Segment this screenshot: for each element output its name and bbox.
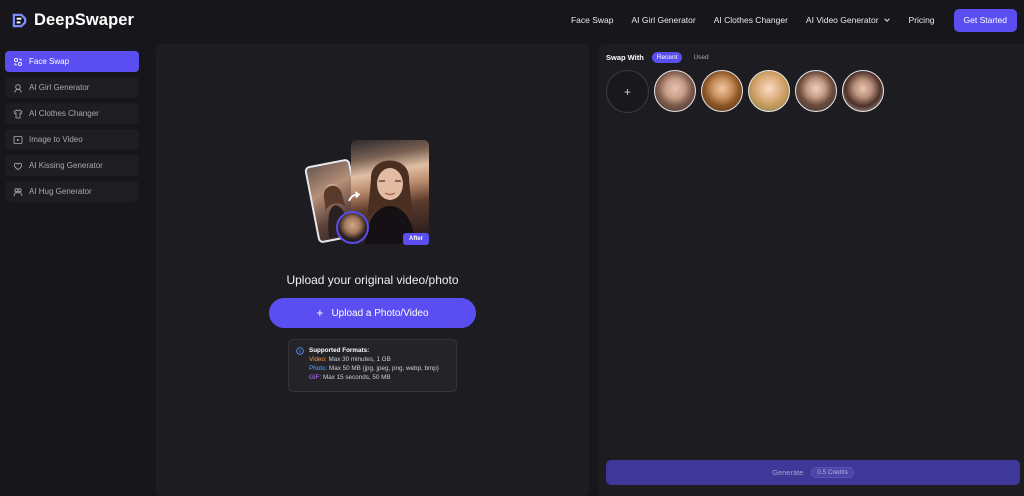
format-video: Video: Max 30 minutes, 1 GB [309,355,449,364]
face-swap-icon [13,57,23,66]
swap-with-label: Swap With [606,53,644,62]
sidebar-item-ai-hug-generator[interactable]: AI Hug Generator [5,181,139,202]
generate-button[interactable]: Generate 0.5 Credits [606,460,1020,485]
ds-logo-icon [12,13,27,27]
shirt-icon [13,108,23,118]
sidebar-item-face-swap[interactable]: Face Swap [5,51,139,72]
nav-pricing[interactable]: Pricing [909,15,935,25]
face-thumbnail[interactable] [842,70,884,112]
swap-arrow-icon [348,191,361,202]
top-header: DeepSwaper Face Swap AI Girl Generator A… [0,0,1024,40]
upload-photo-video-button[interactable]: + Upload a Photo/Video [269,298,476,328]
sidebar-item-label: Face Swap [29,57,70,66]
plus-icon: + [316,306,324,320]
after-badge: After [403,233,430,245]
nav-face-swap[interactable]: Face Swap [571,15,614,25]
formats-lines: Video: Max 30 minutes, 1 GB Photo: Max 5… [296,355,449,382]
formats-heading: Supported Formats: [309,347,370,354]
face-thumbnail[interactable] [795,70,837,112]
sidebar-item-ai-clothes-changer[interactable]: AI Clothes Changer [5,103,139,124]
face-thumbnail[interactable] [748,70,790,112]
tab-recent[interactable]: Recent [651,52,683,63]
get-started-button[interactable]: Get Started [953,8,1017,32]
upload-panel: After Upload your original video/photo +… [156,44,589,496]
source-face-thumbnail [336,211,369,244]
play-icon [13,135,23,144]
format-gif: GIF: Max 15 seconds, 50 MB [309,373,449,382]
sidebar-item-label: AI Hug Generator [29,187,92,196]
formats-heading-row: Supported Formats: [296,346,449,355]
swap-panel: Swap With Recent Used + Generate 0.5 Cre… [598,44,1024,496]
main-nav: Face Swap AI Girl Generator AI Clothes C… [571,8,1017,32]
format-photo-label: Photo: [309,365,328,373]
format-photo: Photo: Max 50 MB (jpg, jpeg, png, webp, … [309,364,449,373]
generate-label: Generate [772,468,804,477]
upload-title: Upload your original video/photo [286,273,459,287]
add-face-button[interactable]: + [606,70,649,113]
sidebar-item-label: AI Clothes Changer [29,109,99,118]
brand[interactable]: DeepSwaper [12,11,134,30]
upload-button-label: Upload a Photo/Video [331,307,429,319]
sidebar-item-image-to-video[interactable]: Image to Video [5,129,139,150]
nav-ai-clothes-changer[interactable]: AI Clothes Changer [714,15,788,25]
face-list: + [606,70,884,113]
sidebar-item-ai-girl-generator[interactable]: AI Girl Generator [5,77,139,98]
sidebar-item-label: AI Kissing Generator [29,161,103,170]
brand-name: DeepSwaper [34,10,135,29]
format-gif-label: GIF: [309,374,322,382]
credits-badge: 0.5 Credits [811,467,854,478]
tab-used[interactable]: Used [688,52,713,63]
supported-formats-box: Supported Formats: Video: Max 30 minutes… [288,339,457,392]
format-video-value: Max 30 minutes, 1 GB [328,356,391,364]
format-gif-value: Max 15 seconds, 50 MB [323,374,391,382]
sidebar: Face Swap AI Girl Generator AI Clothes C… [0,44,148,496]
sidebar-item-label: AI Girl Generator [29,83,90,92]
chevron-down-icon [883,18,890,22]
preview-illustration [303,140,435,248]
face-thumbnail[interactable] [701,70,743,112]
nav-ai-video-generator-label: AI Video Generator [805,15,879,25]
sidebar-item-label: Image to Video [29,135,83,144]
swap-with-row: Swap With Recent Used [606,52,714,63]
nav-ai-girl-generator[interactable]: AI Girl Generator [631,15,695,25]
nav-ai-video-generator[interactable]: AI Video Generator [806,15,891,25]
hug-icon [13,187,23,196]
sidebar-item-ai-kissing-generator[interactable]: AI Kissing Generator [5,155,139,176]
heart-icon [13,162,23,170]
format-photo-value: Max 50 MB (jpg, jpeg, png, webp, bmp) [328,365,439,373]
girl-icon [14,83,22,93]
format-video-label: Video: [309,356,327,364]
face-thumbnail[interactable] [654,70,696,112]
info-icon [296,346,304,355]
